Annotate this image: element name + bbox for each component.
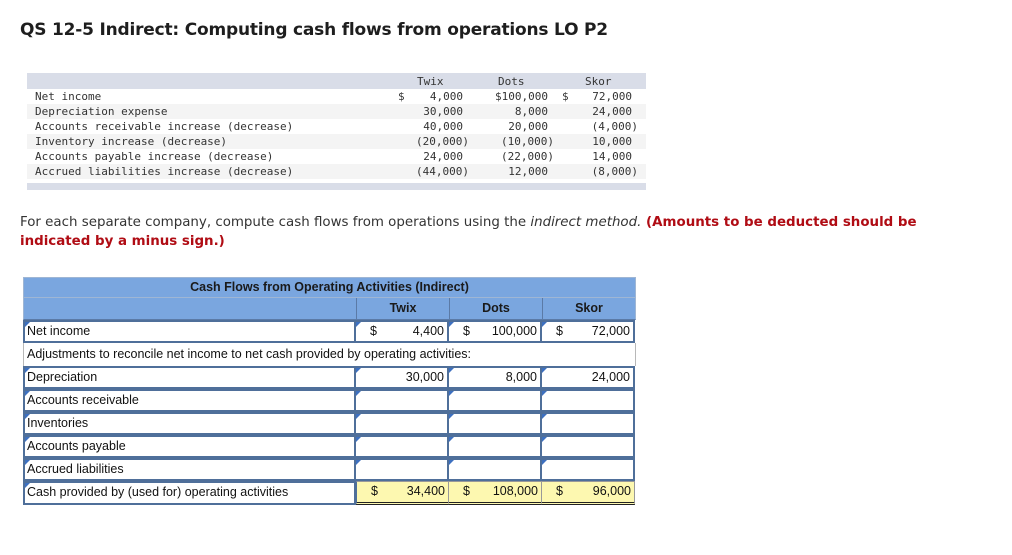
value: 108,000 — [492, 484, 538, 498]
currency-symbol: $ — [371, 484, 378, 498]
given-header-row: Twix Dots Skor — [27, 73, 646, 89]
row-label-input[interactable]: Inventories — [23, 412, 356, 435]
value-dots: 20,000 — [508, 120, 548, 133]
instructions-italic: indirect method. — [530, 215, 642, 230]
row-label: Net income — [35, 90, 102, 103]
total-label-input[interactable]: Cash provided by (used for) operating ac… — [23, 481, 356, 505]
value-twix: 4,000 — [429, 90, 463, 103]
row-label-input[interactable]: Accounts receivable — [23, 389, 356, 412]
skor-input[interactable] — [542, 458, 635, 481]
table-row: Accounts payable increase (decrease) 24,… — [27, 149, 646, 164]
skor-input[interactable] — [542, 412, 635, 435]
instructions: For each separate company, compute cash … — [20, 213, 950, 251]
answer-table-heading: Cash Flows from Operating Activities (In… — [23, 277, 636, 298]
value: 96,000 — [592, 484, 631, 498]
currency-symbol: $ — [562, 90, 569, 103]
net-income-twix-input[interactable]: $4,400 — [356, 320, 449, 343]
value-skor: 10,000 — [592, 135, 632, 148]
net-income-row: Net income $4,400 $100,000 $72,000 — [23, 320, 636, 343]
value-skor: 14,000 — [592, 150, 632, 163]
currency-symbol: $ — [556, 324, 563, 338]
dots-input[interactable] — [449, 412, 542, 435]
value-dots: (22,000) — [501, 150, 554, 163]
adjustment-row-accrued-liabilities: Accrued liabilities — [23, 458, 636, 481]
value: 34,400 — [406, 484, 445, 498]
twix-input[interactable]: 30,000 — [356, 366, 449, 389]
row-label: Depreciation expense — [35, 105, 168, 118]
column-header-dots: Dots — [450, 298, 543, 319]
column-header-skor: Skor — [575, 301, 603, 315]
column-header-skor: Skor — [585, 75, 612, 88]
row-label: Inventory increase (decrease) — [35, 135, 228, 148]
total-skor: $96,000 — [542, 481, 635, 505]
value-twix: 30,000 — [423, 105, 463, 118]
value: 4,400 — [412, 324, 444, 338]
dots-input[interactable] — [449, 435, 542, 458]
adjustment-row-accounts-payable: Accounts payable — [23, 435, 636, 458]
currency-symbol: $ — [556, 484, 563, 498]
value-twix: 40,000 — [423, 120, 463, 133]
adjustment-row-accounts-receivable: Accounts receivable — [23, 389, 636, 412]
value: 72,000 — [591, 324, 630, 338]
total-row: Cash provided by (used for) operating ac… — [23, 481, 636, 505]
dots-input[interactable] — [449, 458, 542, 481]
row-label: Accrued liabilities increase (decrease) — [35, 165, 294, 178]
currency-symbol: $ — [463, 484, 470, 498]
currency-symbol: $ — [463, 324, 470, 338]
table-row: Depreciation expense 30,000 8,000 24,000 — [27, 104, 646, 119]
column-header-twix: Twix — [357, 298, 450, 319]
answer-table: Cash Flows from Operating Activities (In… — [23, 277, 636, 505]
currency-symbol: $ — [398, 90, 405, 103]
table-row: Net income $ 4,000 $100,000 $ 72,000 — [27, 89, 646, 104]
net-income-label-input[interactable]: Net income — [23, 320, 356, 343]
column-header-blank — [24, 298, 357, 319]
total-twix: $34,400 — [356, 481, 449, 505]
row-label: Accounts payable increase (decrease) — [35, 150, 274, 163]
total-dots: $108,000 — [449, 481, 542, 505]
given-data-table: Twix Dots Skor Net income $ 4,000 $100,0… — [27, 73, 646, 190]
currency-symbol: $ — [370, 324, 377, 338]
column-header-twix: Twix — [417, 75, 444, 88]
skor-input[interactable]: 24,000 — [542, 366, 635, 389]
value-dots: (10,000) — [501, 135, 554, 148]
net-income-dots-input[interactable]: $100,000 — [449, 320, 542, 343]
table-row: Inventory increase (decrease) (20,000) (… — [27, 134, 646, 149]
value-skor: 72,000 — [592, 90, 632, 103]
twix-input[interactable] — [356, 458, 449, 481]
skor-input[interactable] — [542, 389, 635, 412]
adjustment-row-depreciation: Depreciation 30,000 8,000 24,000 — [23, 366, 636, 389]
adjustments-label: Adjustments to reconcile net income to n… — [23, 343, 636, 366]
row-label-input[interactable]: Depreciation — [23, 366, 356, 389]
adjustment-row-inventories: Inventories — [23, 412, 636, 435]
value-twix: (20,000) — [416, 135, 469, 148]
row-label-input[interactable]: Accounts payable — [23, 435, 356, 458]
table-row: Accounts receivable increase (decrease) … — [27, 119, 646, 134]
answer-column-headers: Twix Dots Skor — [23, 298, 636, 320]
column-header-dots: Dots — [498, 75, 525, 88]
twix-input[interactable] — [356, 412, 449, 435]
value-twix: 24,000 — [423, 150, 463, 163]
twix-input[interactable] — [356, 389, 449, 412]
value-twix: (44,000) — [416, 165, 469, 178]
table-row: Accrued liabilities increase (decrease) … — [27, 164, 646, 179]
value-skor: (4,000) — [591, 120, 638, 133]
given-footer-bar — [27, 183, 646, 190]
row-label-input[interactable]: Accrued liabilities — [23, 458, 356, 481]
twix-input[interactable] — [356, 435, 449, 458]
page-title: QS 12-5 Indirect: Computing cash flows f… — [20, 20, 608, 40]
value-skor: (8,000) — [591, 165, 638, 178]
dots-input[interactable]: 8,000 — [449, 366, 542, 389]
value-skor: 24,000 — [592, 105, 632, 118]
value-dots: 8,000 — [514, 105, 548, 118]
adjustments-heading-row: Adjustments to reconcile net income to n… — [23, 343, 636, 366]
net-income-skor-input[interactable]: $72,000 — [542, 320, 635, 343]
value-dots: 12,000 — [508, 165, 548, 178]
value-dots: $100,000 — [495, 90, 548, 103]
row-label: Accounts receivable increase (decrease) — [35, 120, 294, 133]
value: 100,000 — [491, 324, 537, 338]
skor-input[interactable] — [542, 435, 635, 458]
instructions-text: For each separate company, compute cash … — [20, 215, 531, 230]
dots-input[interactable] — [449, 389, 542, 412]
